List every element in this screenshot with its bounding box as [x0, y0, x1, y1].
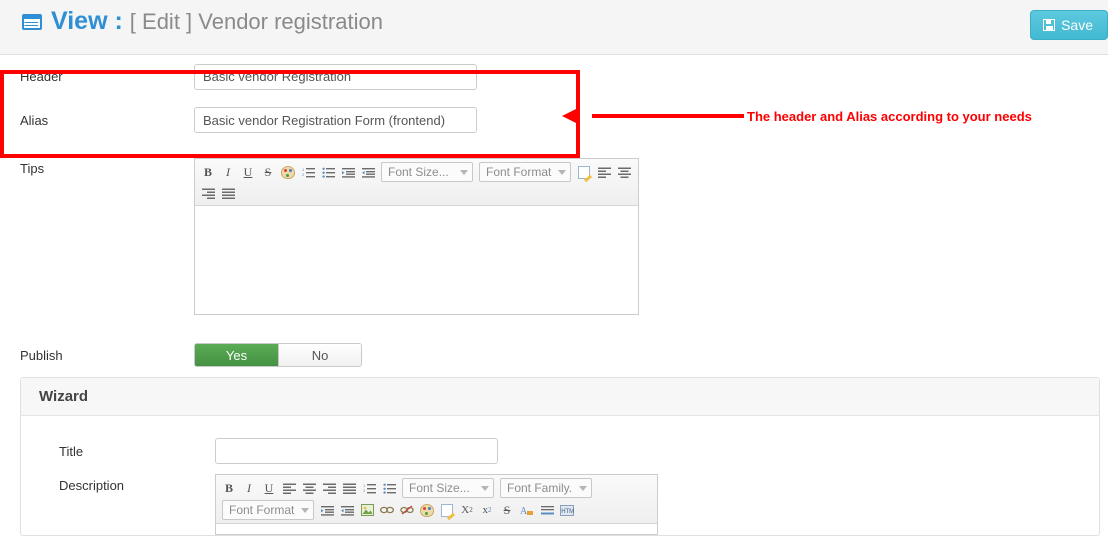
wizard-panel-title: Wizard [21, 378, 1099, 416]
form-body: Header Alias Tips B I U S 1 2 [0, 55, 1108, 536]
edit-source-icon[interactable] [575, 163, 593, 181]
horizontal-rule-icon[interactable] [538, 501, 556, 519]
html-source-icon[interactable]: HTML [558, 501, 576, 519]
align-left-icon[interactable] [280, 479, 298, 497]
description-font-size-label: Font Size... [409, 481, 470, 495]
bold-icon[interactable]: B [199, 163, 217, 181]
strikethrough-icon[interactable]: S [498, 501, 516, 519]
svg-text:2: 2 [363, 488, 366, 493]
wizard-title-input[interactable] [215, 438, 498, 464]
align-right-icon[interactable] [320, 479, 338, 497]
ordered-list-glyph: 1 2 [302, 167, 315, 177]
publish-toggle-yes[interactable]: Yes [195, 344, 278, 366]
ordered-list-icon[interactable]: 1 2 [299, 163, 317, 181]
unordered-list-icon[interactable] [380, 479, 398, 497]
page-title: View : [ Edit ] Vendor registration [22, 9, 383, 34]
description-font-format-select[interactable]: Font Format [222, 500, 314, 520]
text-color-palette-icon[interactable] [418, 501, 436, 519]
field-row-wizard-title: Title [21, 430, 1099, 472]
field-row-alias: Alias [0, 98, 1108, 142]
align-justify-glyph [221, 188, 235, 199]
publish-toggle[interactable]: Yes No [194, 343, 362, 367]
page-header: View : [ Edit ] Vendor registration Save [0, 0, 1108, 55]
alias-field-label: Alias [20, 112, 49, 128]
field-row-tips: Tips B I U S 1 2 Font Size... Font Forma… [0, 158, 1108, 315]
align-left-icon[interactable] [595, 163, 613, 181]
align-right-icon[interactable] [199, 184, 217, 202]
outdent-icon[interactable] [338, 501, 356, 519]
superscript-icon[interactable]: x2 [478, 501, 496, 519]
strikethrough-icon[interactable]: S [259, 163, 277, 181]
description-font-family-select[interactable]: Font Family. [500, 478, 592, 498]
bold-icon[interactable]: B [220, 479, 238, 497]
tips-field-label: Tips [20, 161, 45, 176]
wizard-panel: Wizard Title Description B I U 1 2 Font … [20, 377, 1100, 536]
page-title-primary: View : [51, 7, 123, 35]
wizard-title-label: Title [59, 443, 84, 459]
floppy-disk-icon [1043, 19, 1056, 31]
tips-font-format-label: Font Format [486, 165, 552, 179]
tips-font-size-select[interactable]: Font Size... [381, 162, 473, 182]
insert-link-icon[interactable] [378, 501, 396, 519]
underline-icon[interactable]: U [260, 479, 278, 497]
description-font-size-select[interactable]: Font Size... [402, 478, 494, 498]
remove-format-icon[interactable]: A [518, 501, 536, 519]
align-right-glyph [201, 188, 215, 199]
alias-input[interactable] [194, 107, 477, 133]
description-editor-toolbar: B I U 1 2 Font Size... Font Family. Font… [216, 475, 657, 524]
tips-font-size-label: Font Size... [388, 165, 449, 179]
field-row-publish: Publish Yes No [0, 333, 1108, 377]
chevron-down-icon [460, 169, 468, 175]
tips-editor: B I U S 1 2 Font Size... Font Format [194, 158, 639, 315]
svg-text:2: 2 [302, 172, 305, 177]
tips-font-format-select[interactable]: Font Format [479, 162, 571, 182]
chevron-down-icon [558, 169, 566, 175]
unordered-list-glyph [321, 167, 335, 178]
tips-editor-content[interactable] [195, 206, 638, 314]
text-color-palette-icon[interactable] [279, 163, 297, 181]
unlink-icon[interactable] [398, 501, 416, 519]
subscript-icon[interactable]: X2 [458, 501, 476, 519]
italic-icon[interactable]: I [219, 163, 237, 181]
tips-editor-toolbar: B I U S 1 2 Font Size... Font Format [195, 159, 638, 206]
publish-field-label: Publish [20, 347, 63, 363]
unordered-list-icon[interactable] [319, 163, 337, 181]
ordered-list-icon[interactable]: 12 [360, 479, 378, 497]
wizard-description-label: Description [59, 478, 125, 493]
edit-source-icon[interactable] [438, 501, 456, 519]
indent-icon[interactable] [339, 163, 357, 181]
align-center-glyph [617, 167, 631, 178]
header-field-label: Header [20, 69, 63, 84]
indent-icon[interactable] [318, 501, 336, 519]
align-center-icon[interactable] [615, 163, 633, 181]
svg-text:A: A [520, 506, 528, 516]
page-title-secondary: [ Edit ] Vendor registration [129, 8, 383, 34]
chevron-down-icon [579, 485, 587, 491]
outdent-icon[interactable] [359, 163, 377, 181]
save-button[interactable]: Save [1030, 10, 1108, 40]
indent-glyph [341, 167, 355, 178]
align-left-glyph [597, 167, 611, 178]
chevron-down-icon [481, 485, 489, 491]
field-row-header: Header [0, 55, 1108, 98]
insert-image-icon[interactable] [358, 501, 376, 519]
align-justify-icon[interactable] [340, 479, 358, 497]
underline-icon[interactable]: U [239, 163, 257, 181]
list-view-icon [22, 13, 42, 30]
save-button-label: Save [1061, 17, 1093, 33]
wizard-panel-body: Title Description B I U 1 2 Font Size...… [21, 416, 1099, 535]
outdent-glyph [361, 167, 375, 178]
chevron-down-icon [301, 507, 309, 513]
header-input[interactable] [194, 63, 477, 90]
svg-text:HTML: HTML [561, 509, 574, 515]
align-justify-icon[interactable] [219, 184, 237, 202]
italic-icon[interactable]: I [240, 479, 258, 497]
description-font-family-label: Font Family. [507, 481, 573, 495]
publish-toggle-no[interactable]: No [278, 344, 361, 366]
align-center-icon[interactable] [300, 479, 318, 497]
description-font-format-label: Font Format [229, 503, 295, 517]
